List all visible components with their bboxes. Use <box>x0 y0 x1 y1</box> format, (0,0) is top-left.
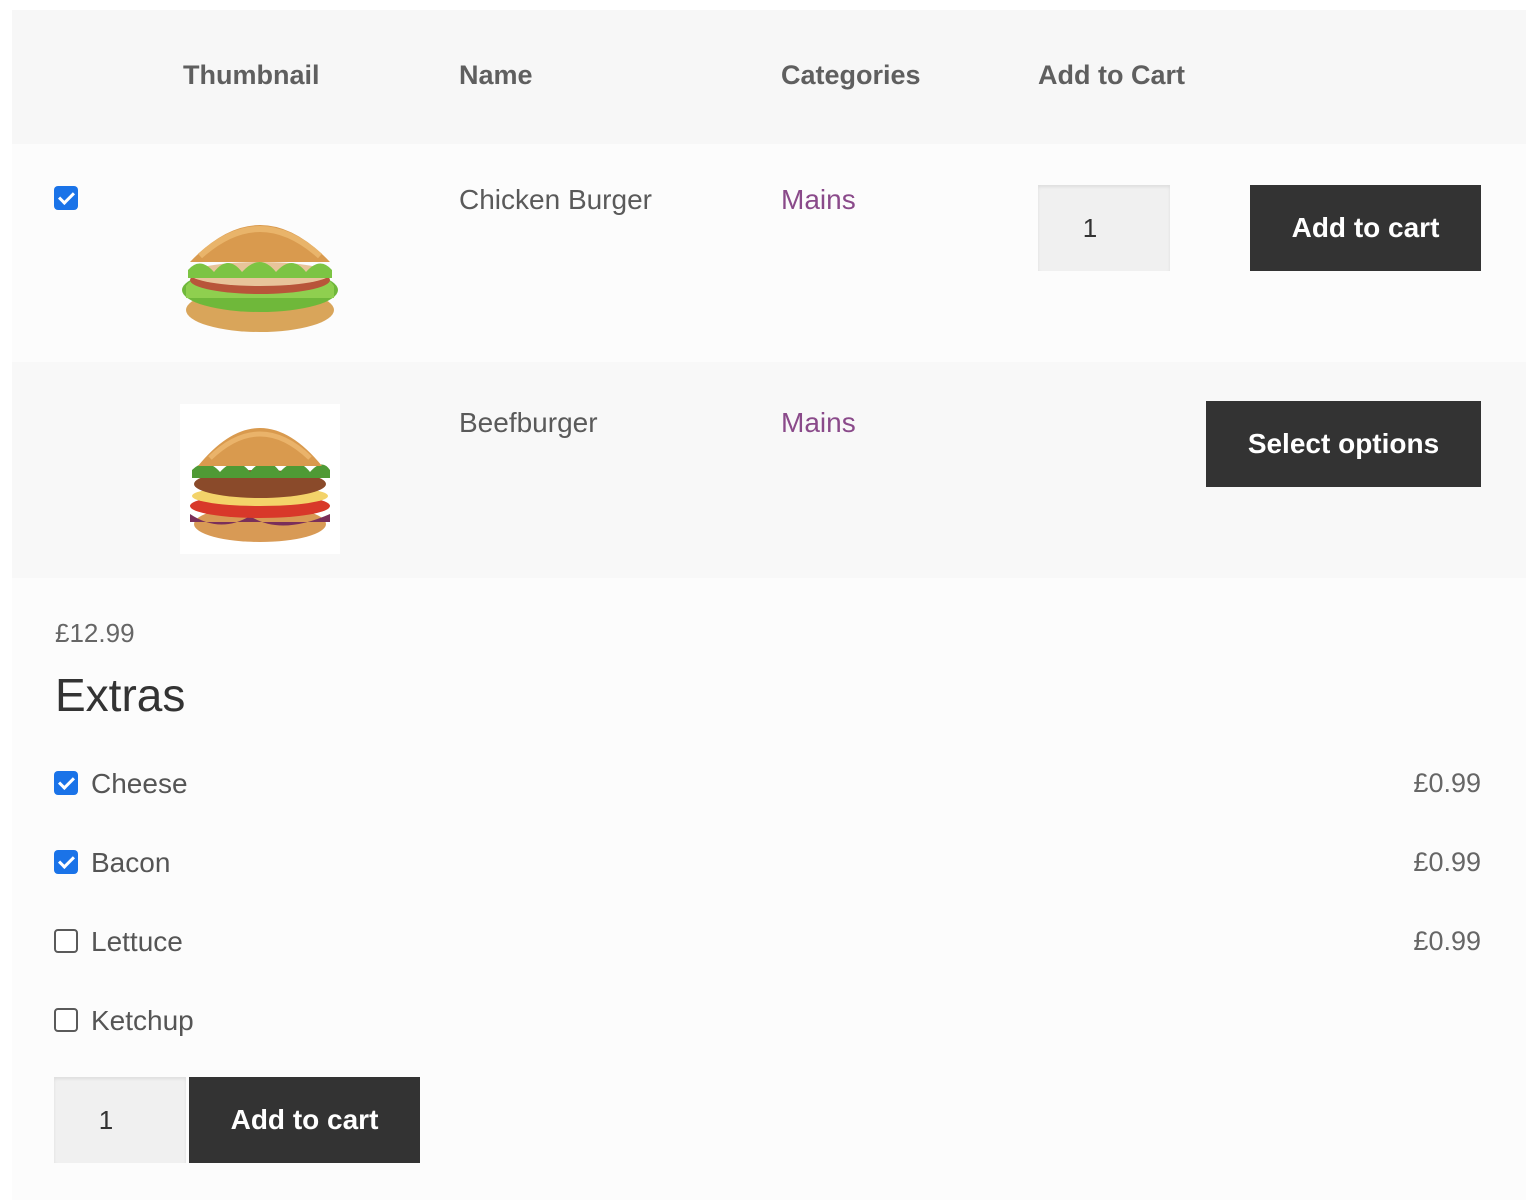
category-link[interactable]: Mains <box>781 407 856 439</box>
beefburger-image <box>180 404 340 554</box>
row-select-checkbox[interactable] <box>54 186 78 210</box>
option-label: Ketchup <box>91 1005 194 1036</box>
header-name: Name <box>459 60 533 90</box>
select-options-label: Select options <box>1247 428 1440 459</box>
add-to-cart-button[interactable]: Add to cart <box>189 1077 420 1163</box>
quantity-input[interactable]: 1 <box>1038 185 1170 271</box>
table-row: Beefburger Mains Select options <box>12 362 1526 578</box>
header-thumbnail: Thumbnail <box>183 60 320 90</box>
option-checkbox[interactable] <box>54 929 78 953</box>
table-row: Chicken Burger Mains 1 Add to cart <box>12 144 1526 362</box>
select-options-button[interactable]: Select options <box>1206 401 1481 487</box>
option-checkbox[interactable] <box>54 1008 78 1032</box>
chicken-burger-image <box>182 225 338 332</box>
option-price: £0.99 <box>1413 768 1481 798</box>
add-to-cart-label: Add to cart <box>230 1104 379 1135</box>
option-price: £0.99 <box>1413 926 1481 956</box>
option-label: Lettuce <box>91 926 183 957</box>
table-header: Thumbnail Name Categories Add to Cart <box>12 10 1526 144</box>
quantity-value: 1 <box>1082 212 1098 243</box>
product-name: Beefburger <box>459 407 598 438</box>
product-options-panel: £12.99 Extras Cheese £0.99 Bacon £0.99 L… <box>12 578 1526 1200</box>
header-add-to-cart: Add to Cart <box>1038 60 1185 90</box>
add-to-cart-button[interactable]: Add to cart <box>1250 185 1481 271</box>
product-price: £12.99 <box>55 618 135 648</box>
option-checkbox[interactable] <box>54 850 78 874</box>
extras-title: Extras <box>55 669 186 721</box>
option-checkbox[interactable] <box>54 771 78 795</box>
quantity-value: 1 <box>98 1104 114 1135</box>
option-price: £0.99 <box>1413 847 1481 877</box>
option-label: Bacon <box>91 847 171 878</box>
header-categories: Categories <box>781 60 921 90</box>
add-to-cart-label: Add to cart <box>1291 212 1440 243</box>
product-name: Chicken Burger <box>459 184 652 215</box>
quantity-input[interactable]: 1 <box>54 1077 186 1163</box>
option-label: Cheese <box>91 768 188 799</box>
category-link[interactable]: Mains <box>781 184 856 216</box>
